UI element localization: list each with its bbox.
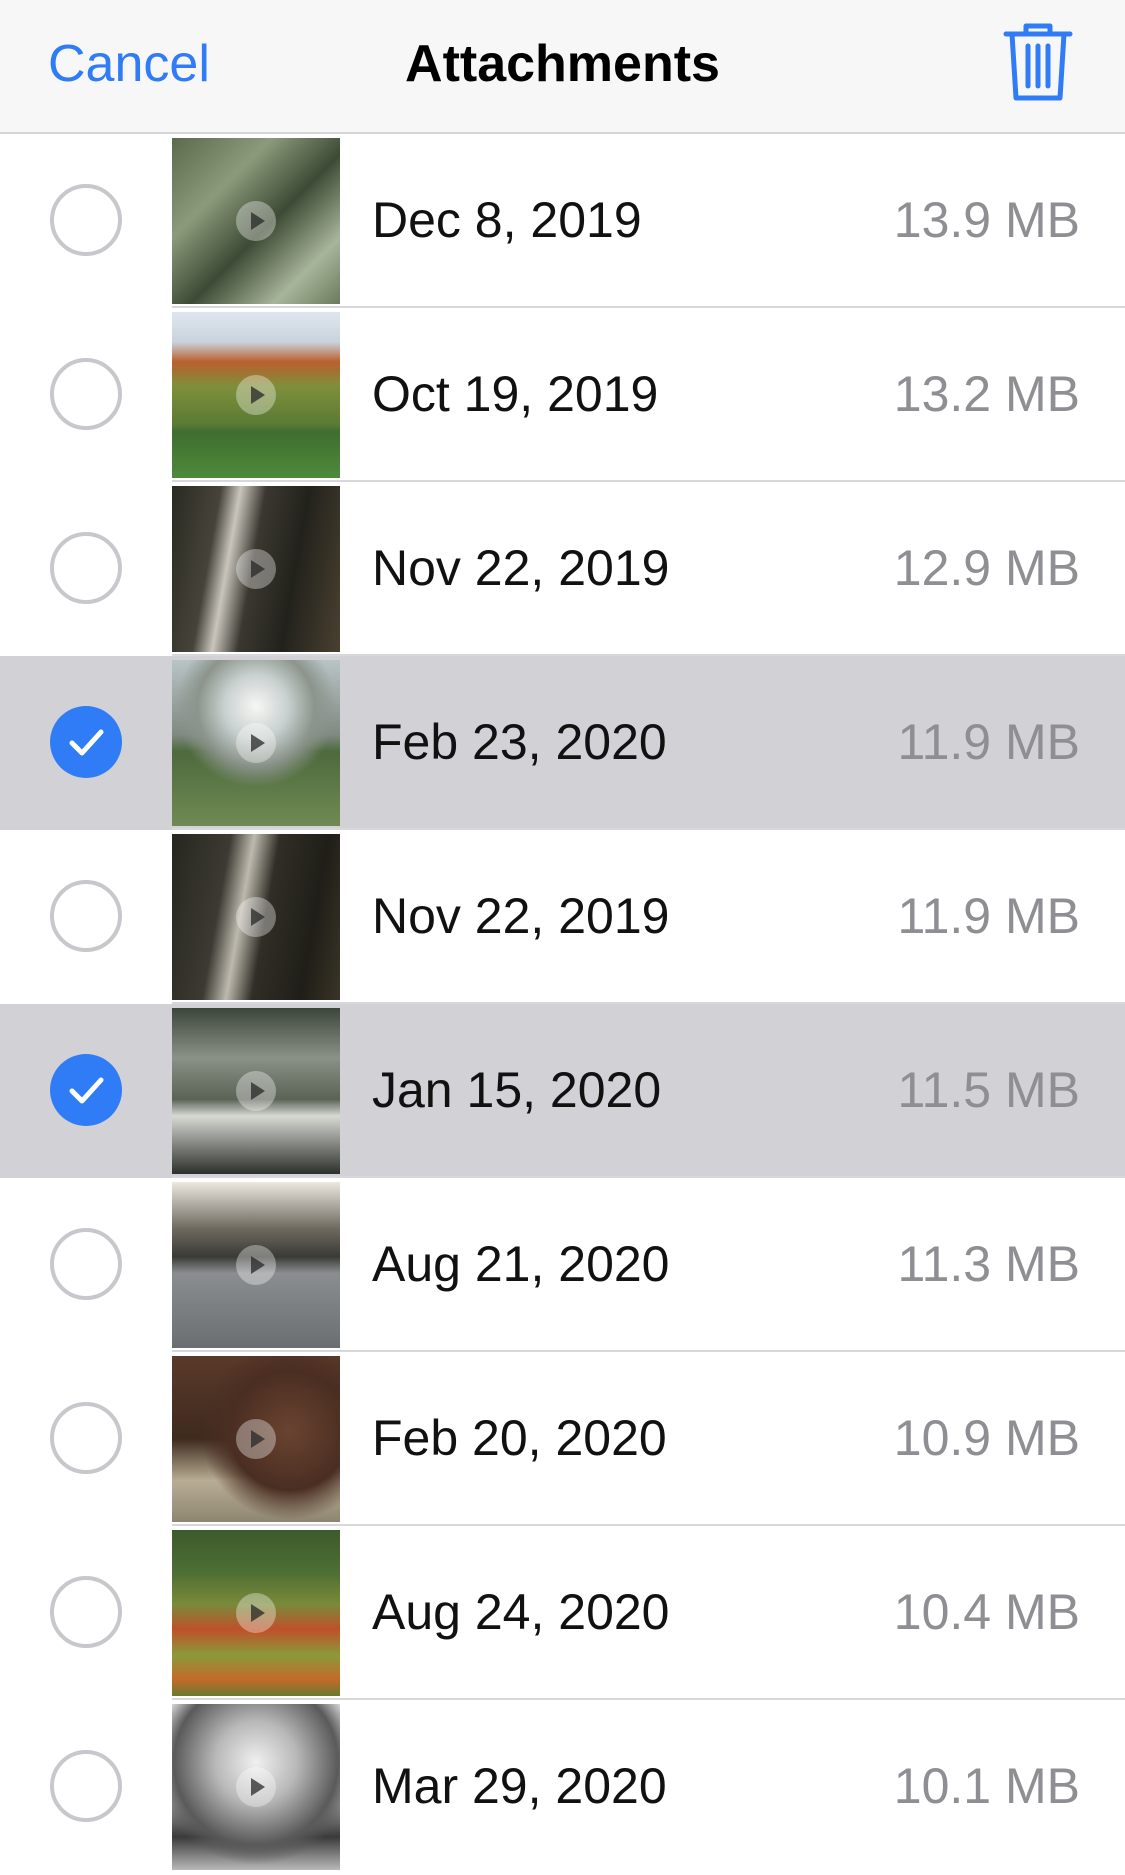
attachment-date: Feb 20, 2020 xyxy=(372,1410,667,1466)
video-thumbnail xyxy=(172,312,340,478)
attachment-date: Feb 23, 2020 xyxy=(372,714,667,770)
attachment-row[interactable]: Nov 22, 2019 12.9 MB xyxy=(0,482,1125,656)
attachment-size: 11.5 MB xyxy=(897,1062,1081,1118)
attachment-date: Nov 22, 2019 xyxy=(372,540,670,596)
selection-circle[interactable] xyxy=(50,1402,122,1474)
video-thumbnail xyxy=(172,834,340,1000)
play-icon xyxy=(236,375,276,415)
attachment-size: 10.4 MB xyxy=(893,1584,1080,1640)
attachment-size: 13.2 MB xyxy=(893,366,1080,422)
video-thumbnail xyxy=(172,138,340,304)
attachment-date: Oct 19, 2019 xyxy=(372,366,659,422)
attachment-row[interactable]: Feb 23, 2020 11.9 MB xyxy=(0,656,1125,830)
attachment-date: Mar 29, 2020 xyxy=(372,1758,667,1814)
attachment-size: 12.9 MB xyxy=(893,540,1080,596)
attachment-row[interactable]: Nov 22, 2019 11.9 MB xyxy=(0,830,1125,1004)
play-icon xyxy=(236,1419,276,1459)
attachments-list: Dec 8, 2019 13.9 MB Oct 19, 2019 13.2 MB… xyxy=(0,134,1125,1874)
attachment-size: 11.9 MB xyxy=(897,714,1081,770)
selection-circle[interactable] xyxy=(50,1054,122,1126)
attachment-date: Aug 24, 2020 xyxy=(372,1584,670,1640)
attachment-size: 11.9 MB xyxy=(897,888,1081,944)
attachment-row[interactable]: Dec 8, 2019 13.9 MB xyxy=(0,134,1125,308)
page-title: Attachments xyxy=(405,35,720,93)
selection-circle[interactable] xyxy=(50,184,122,256)
attachment-size: 10.1 MB xyxy=(893,1758,1080,1814)
selection-circle[interactable] xyxy=(50,1576,122,1648)
play-icon xyxy=(236,1767,276,1807)
video-thumbnail xyxy=(172,1704,340,1870)
attachment-size: 11.3 MB xyxy=(897,1236,1081,1292)
video-thumbnail xyxy=(172,1008,340,1174)
attachment-row[interactable]: Feb 20, 2020 10.9 MB xyxy=(0,1352,1125,1526)
video-thumbnail xyxy=(172,486,340,652)
attachment-row[interactable]: Oct 19, 2019 13.2 MB xyxy=(0,308,1125,482)
play-icon xyxy=(236,1245,276,1285)
play-icon xyxy=(236,201,276,241)
video-thumbnail xyxy=(172,1182,340,1348)
attachment-date: Jan 15, 2020 xyxy=(372,1062,662,1118)
attachment-date: Nov 22, 2019 xyxy=(372,888,670,944)
attachment-date: Dec 8, 2019 xyxy=(372,192,642,248)
navigation-bar: Cancel Attachments xyxy=(0,0,1125,134)
attachment-row[interactable]: Aug 24, 2020 10.4 MB xyxy=(0,1526,1125,1700)
attachment-row[interactable]: Aug 21, 2020 11.3 MB xyxy=(0,1178,1125,1352)
video-thumbnail xyxy=(172,1356,340,1522)
selection-circle[interactable] xyxy=(50,1228,122,1300)
video-thumbnail xyxy=(172,1530,340,1696)
attachment-row[interactable]: Mar 29, 2020 10.1 MB xyxy=(0,1700,1125,1874)
trash-icon[interactable] xyxy=(1000,20,1076,104)
selection-circle[interactable] xyxy=(50,1750,122,1822)
play-icon xyxy=(236,1593,276,1633)
video-thumbnail xyxy=(172,660,340,826)
selection-circle[interactable] xyxy=(50,880,122,952)
play-icon xyxy=(236,723,276,763)
attachment-size: 10.9 MB xyxy=(893,1410,1080,1466)
attachment-row[interactable]: Jan 15, 2020 11.5 MB xyxy=(0,1004,1125,1178)
play-icon xyxy=(236,897,276,937)
selection-circle[interactable] xyxy=(50,358,122,430)
play-icon xyxy=(236,1071,276,1111)
selection-circle[interactable] xyxy=(50,532,122,604)
attachment-size: 13.9 MB xyxy=(893,192,1080,248)
play-icon xyxy=(236,549,276,589)
attachment-date: Aug 21, 2020 xyxy=(372,1236,670,1292)
selection-circle[interactable] xyxy=(50,706,122,778)
